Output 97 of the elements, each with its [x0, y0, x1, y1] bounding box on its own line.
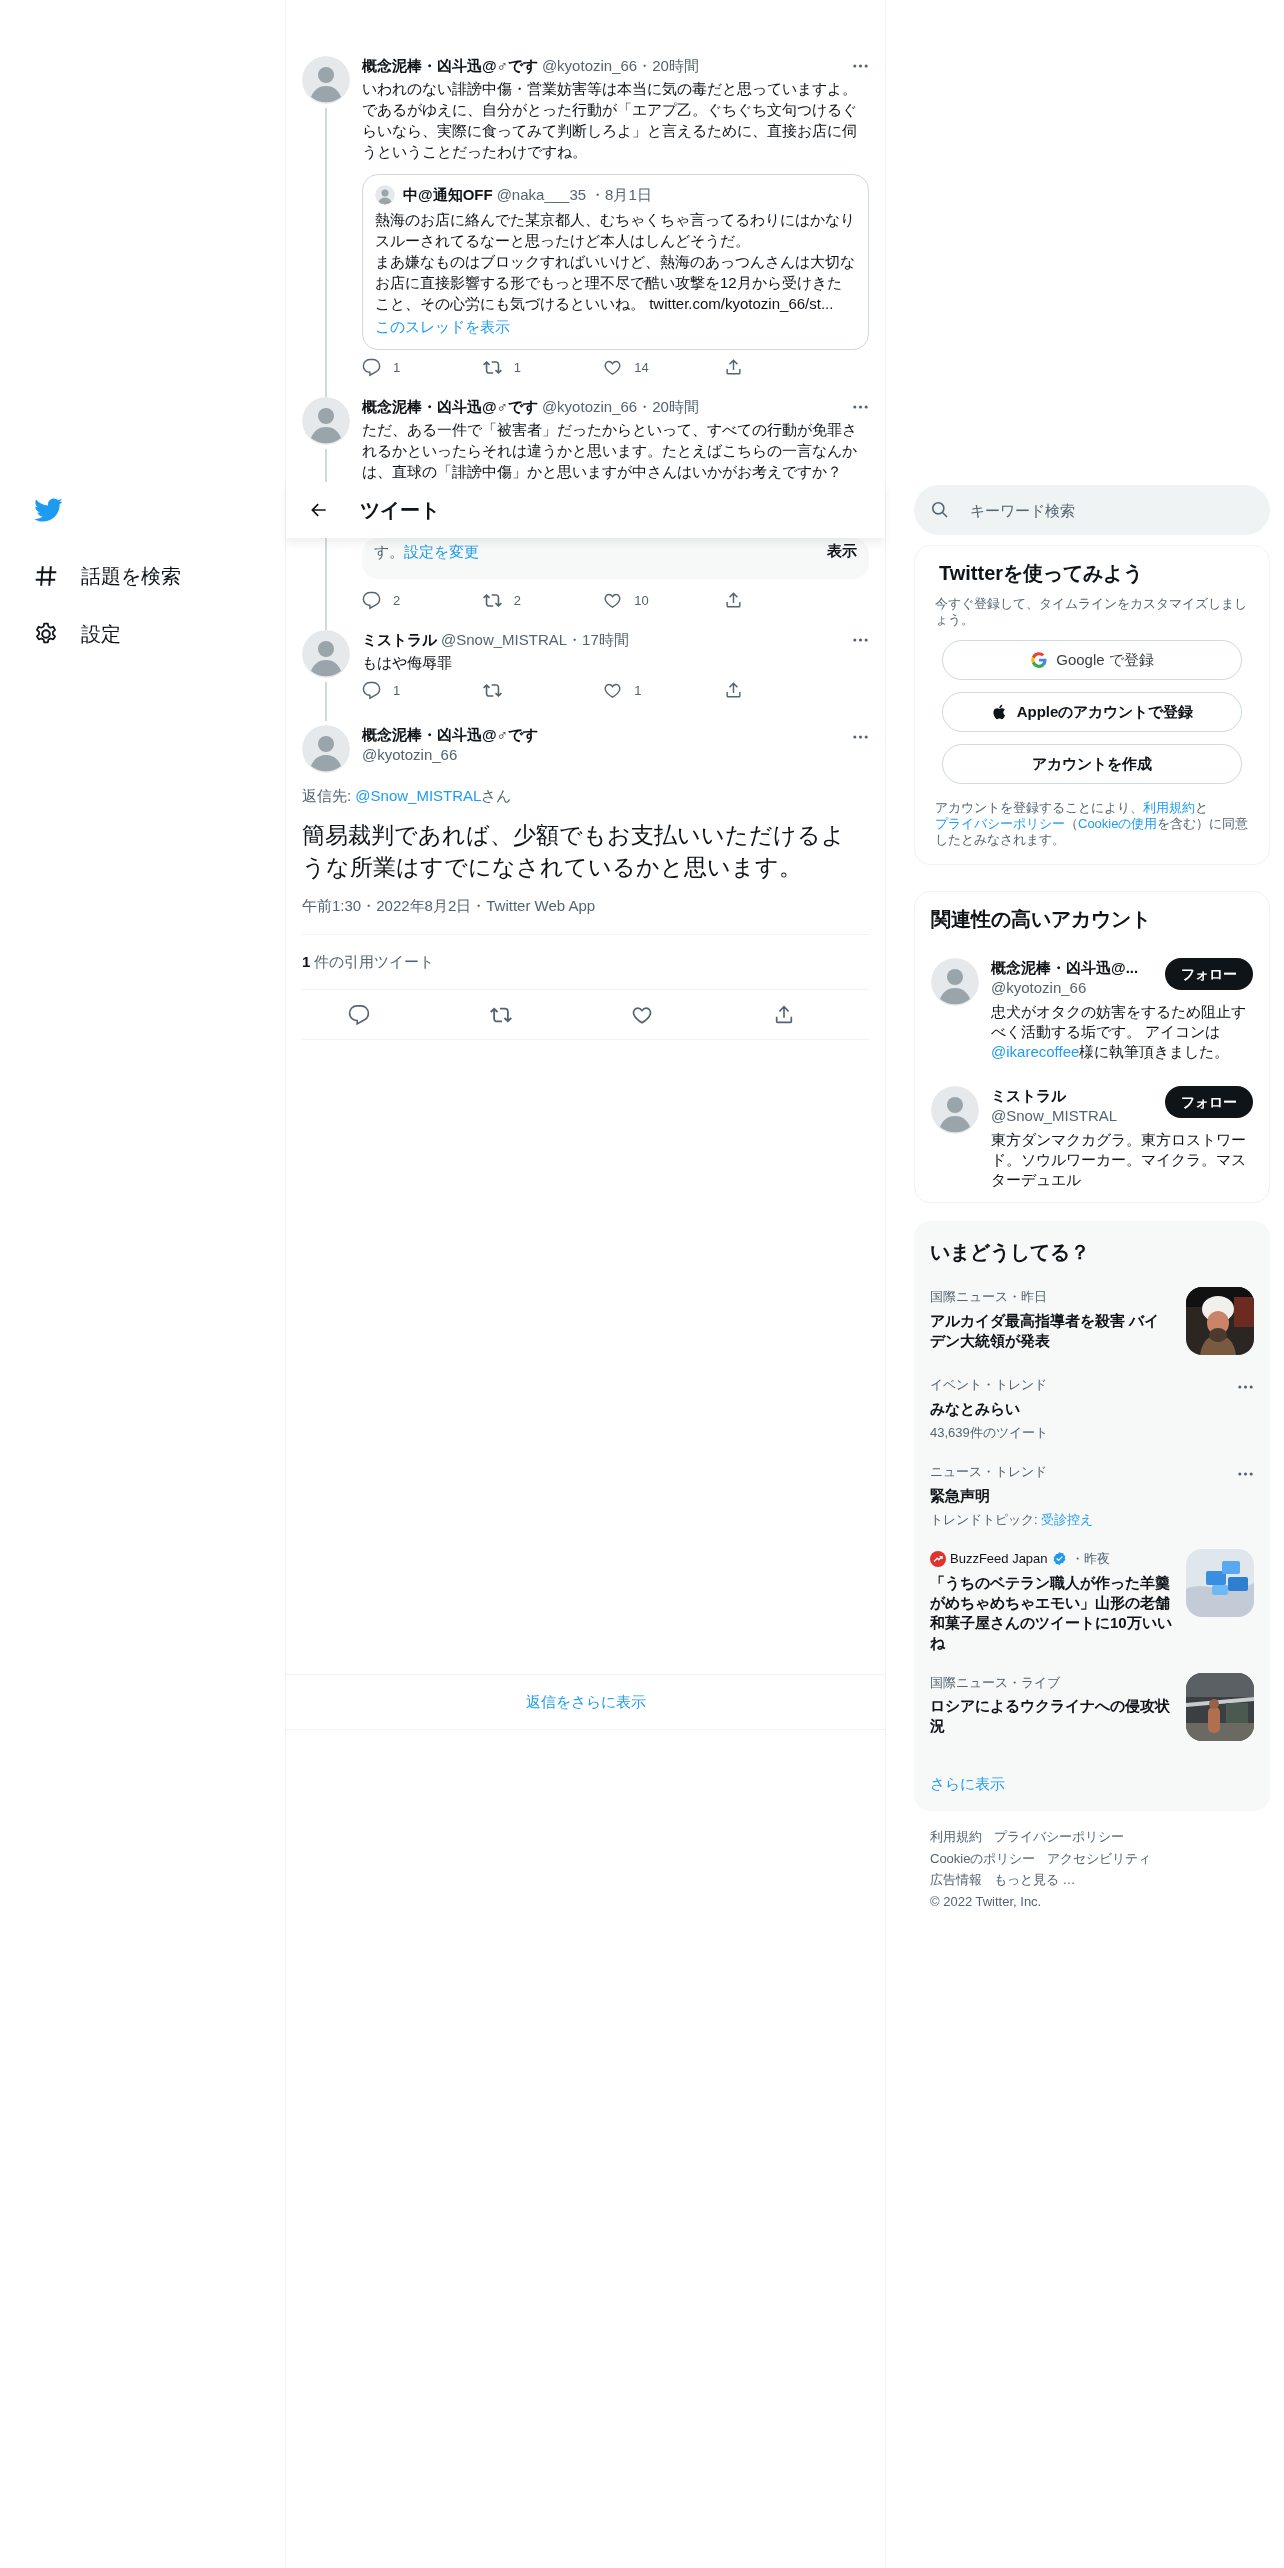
- follow-button[interactable]: フォロー: [1165, 958, 1253, 990]
- share-icon: [723, 681, 743, 701]
- footer-link[interactable]: 利用規約: [930, 1827, 982, 1847]
- notice-text: す。設定を変更: [374, 542, 479, 562]
- more-icon[interactable]: [1237, 1383, 1254, 1391]
- author-name[interactable]: 概念泥棒・凶斗迅@♂です: [362, 397, 538, 417]
- footer-link[interactable]: プライバシーポリシー: [994, 1827, 1124, 1847]
- quote-count-link[interactable]: 1 件の引用ツイート: [302, 952, 435, 970]
- reply-button[interactable]: 1: [362, 357, 412, 377]
- timestamp[interactable]: ・17時間: [567, 630, 629, 650]
- footer-link[interactable]: もっと見る …: [994, 1870, 1076, 1890]
- trend-title: みなとみらい: [930, 1398, 1021, 1419]
- author-name[interactable]: ミストラル: [362, 630, 437, 650]
- quoted-tweet[interactable]: [362, 174, 869, 350]
- author-handle: @naka___35: [496, 185, 587, 205]
- trend-item[interactable]: BuzzFeed Japan ・昨夜 「うちのベテラン職人が作った羊羹がめちゃめちゃエモい」山形の老舗和菓子屋さんのツイートに10万いいね: [930, 1549, 1254, 1653]
- tweet-text: もはや侮辱罪: [362, 653, 453, 673]
- author-handle[interactable]: @Snow_MISTRAL: [441, 630, 568, 650]
- account-handle[interactable]: @Snow_MISTRAL: [991, 1106, 1118, 1126]
- timestamp[interactable]: ・20時間: [637, 397, 699, 417]
- reply-to-text: 返信先: @Snow_MISTRALさん: [302, 785, 513, 806]
- search-icon: [930, 500, 949, 519]
- account-bio: 忠犬がオタクの妨害をするため阻止すべく活動する垢です。 アイコンは @ikarecoffee様に執筆頂きました。: [991, 1002, 1247, 1062]
- speech-bubble-icon: [362, 681, 381, 701]
- retweet-button[interactable]: 2: [482, 590, 533, 610]
- trend-subtitle: トレンドトピック: 受診控え: [930, 1510, 1095, 1529]
- follow-button[interactable]: フォロー: [1165, 1086, 1253, 1118]
- hashtag-icon: [33, 563, 59, 589]
- trend-item[interactable]: イベント・トレンド みなとみらい 43,639件のツイート: [930, 1375, 1254, 1442]
- page-title: ツイート: [360, 498, 440, 523]
- trend-meta: 国際ニュース・昨日: [930, 1288, 1048, 1306]
- legal-text: アカウントを登録することにより、利用規約 と プライバシーポリシー（Cookieの使用を含む）に同意したとみなされます。: [934, 800, 1250, 848]
- share-icon: [723, 590, 743, 610]
- footer-link[interactable]: © 2022 Twitter, Inc.: [930, 1891, 1042, 1911]
- tweet-metadata: 午前1:30・2022年8月2日・Twitter Web App: [302, 895, 869, 935]
- trend-meta: ・昨夜: [1070, 1550, 1110, 1568]
- trend-title: 「うちのベテラン職人が作った羊羹がめちゃめちゃエモい」山形の老舗和菓子屋さんのツイートに10万いいね: [930, 1572, 1173, 1653]
- account-name[interactable]: 概念泥棒・凶斗迅@...: [991, 958, 1139, 978]
- trend-title: アルカイダ最高指導者を殺害 バイデン大統領が発表: [930, 1310, 1161, 1351]
- trend-title: ロシアによるウクライナへの侵攻状況: [930, 1696, 1171, 1736]
- more-icon[interactable]: [852, 732, 869, 741]
- trend-meta: ニュース・トレンド: [930, 1463, 1048, 1481]
- date: ・8月1日: [590, 185, 652, 205]
- reply-button[interactable]: 1: [362, 681, 412, 701]
- footer-link[interactable]: 広告情報: [930, 1870, 982, 1890]
- show-button[interactable]: 表示: [827, 540, 857, 563]
- sidebar-link[interactable]: 話題を検索: [33, 547, 285, 605]
- author-handle[interactable]: @kyotozin_66: [541, 397, 638, 417]
- trend-item[interactable]: ニュース・トレンド 緊急声明 トレンドトピック: 受診控え: [930, 1462, 1254, 1529]
- share-icon: [723, 357, 743, 377]
- account-bio: 東方ダンマクカグラ。東方ロストワード。ソウルワーカー。マイクラ。マスターデュエル: [991, 1130, 1247, 1190]
- like-button[interactable]: 10: [603, 590, 654, 610]
- thread-line: [325, 682, 327, 721]
- tweet-link[interactable]: twitter.com/kyotozin_66/st...: [649, 295, 834, 312]
- author-handle[interactable]: @kyotozin_66: [362, 744, 840, 765]
- like-button[interactable]: 1: [603, 681, 654, 701]
- heart-icon: [603, 681, 623, 701]
- footer-link[interactable]: アクセシビリティ: [1047, 1848, 1152, 1868]
- more-icon[interactable]: [1237, 1470, 1254, 1478]
- trend-item[interactable]: 国際ニュース・昨日 アルカイダ最高指導者を殺害 バイデン大統領が発表: [930, 1287, 1254, 1355]
- tweet-text: いわれのない誹謗中傷・営業妨害等は本当に気の毒だと思っていますよ。であるがゆえに、自分がとった行動が「エアプ乙。ぐちぐち文句つけるぐらいなら、実際に食ってみて判断しろよ」と言えるために、直接お店に伺うということだったわけですね。: [362, 79, 858, 162]
- account-name[interactable]: ミストラル: [991, 1086, 1118, 1106]
- speech-bubble-icon: [347, 1003, 370, 1026]
- trend-meta: イベント・トレンド: [930, 1376, 1048, 1394]
- more-icon[interactable]: [852, 403, 869, 411]
- author-handle[interactable]: @kyotozin_66: [541, 56, 638, 76]
- reply-button[interactable]: 2: [362, 590, 412, 610]
- quoted-text: 熱海のお店に絡んでた某京都人、むちゃくちゃ言ってるわりにはかなりスルーされてるなーと思ったけど本人はしんどそうだ。: [375, 210, 856, 251]
- trend-subtitle: 43,639件のツイート: [930, 1423, 1049, 1442]
- card-title: いまどうしてる？: [930, 1240, 1091, 1265]
- speech-bubble-icon: [362, 590, 381, 610]
- thread-line: [325, 449, 327, 482]
- trend-item[interactable]: 国際ニュース・ライブ ロシアによるウクライナへの侵攻状況: [930, 1672, 1254, 1741]
- account-handle[interactable]: @kyotozin_66: [991, 978, 1139, 998]
- card-title: Twitterを使ってみよう: [938, 561, 1145, 586]
- avatar: [375, 185, 395, 205]
- tweet-text: 簡易裁判であれば、少額でもお支払いいただけるような所業はすでになされているかと思います。: [302, 821, 846, 882]
- like-button[interactable]: 14: [603, 357, 654, 377]
- publisher-name: BuzzFeed Japan: [950, 1550, 1048, 1568]
- sidebar-link[interactable]: 設定: [33, 605, 285, 663]
- more-icon[interactable]: [852, 62, 869, 70]
- card-subtitle: 今すぐ登録して、タイムラインをカスタマイズしましょう。: [934, 596, 1248, 628]
- google-icon: [1030, 651, 1049, 669]
- footer-link[interactable]: Cookieのポリシー: [930, 1848, 1036, 1868]
- tweet-text: ただ、ある一件で「被害者」だったからといって、すべての行動が免罪されるかといったらそれは違うかと思います。たとえばこちらの一言なんかは、直球の「誹謗中傷」かと思いますが中さんはいかがお考えですか？: [362, 420, 858, 482]
- quoted-text: まあ嫌なものはブロックすればいいけど、熱海のあっつんさんは大切なお店に直接影響する形でもっと理不尽で酷い攻撃を12月から受けきたこと、その心労にも気づけるといいね。 twitter.com/kyotozin_66/st...: [375, 252, 856, 314]
- card-title: 関連性の高いアカウント: [931, 907, 1152, 932]
- author-name[interactable]: 概念泥棒・凶斗迅@♂です: [362, 724, 840, 745]
- author-name: 中@通知OFF: [403, 185, 493, 205]
- search-field[interactable]: キーワード検索: [914, 485, 1270, 535]
- more-icon[interactable]: [852, 636, 869, 644]
- retweet-button[interactable]: 1: [482, 357, 533, 377]
- author-name[interactable]: 概念泥棒・凶斗迅@♂です: [362, 56, 538, 76]
- speech-bubble-icon: [362, 357, 381, 377]
- trend-title: 緊急声明: [930, 1485, 991, 1506]
- timestamp[interactable]: ・20時間: [637, 56, 699, 76]
- trend-meta: 国際ニュース・ライブ: [930, 1673, 1061, 1692]
